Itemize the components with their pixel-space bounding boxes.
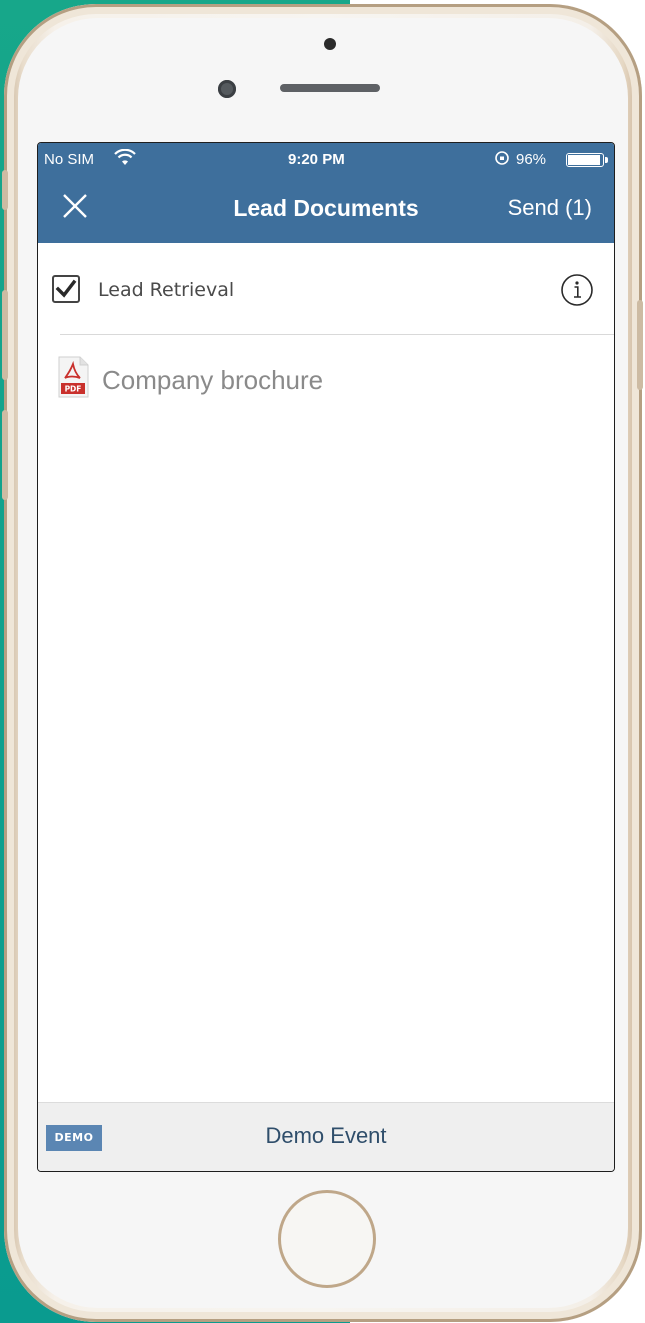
volume-down-button [2,410,8,500]
svg-text:PDF: PDF [65,385,82,394]
pdf-icon: PDF [56,355,90,399]
info-icon [561,274,593,306]
event-footer: DEMO Demo Event [38,1102,614,1171]
volume-up-button [2,290,8,380]
send-button[interactable]: Send (1) [508,195,592,221]
clock: 9:20 PM [288,151,345,168]
list-item-label: Company brochure [102,365,324,395]
front-camera [218,80,236,98]
list-item-lead-retrieval[interactable]: Lead Retrieval [38,243,614,335]
home-button[interactable] [278,1190,376,1288]
proximity-sensor [324,38,336,50]
battery-icon [566,153,608,167]
list-item-label: Lead Retrieval [98,279,235,301]
battery-percent: 96% [516,151,547,168]
navigation-header: No SIM 9:20 PM 96% Lead Documents Send (… [38,143,614,243]
carrier-label: No SIM [44,151,95,168]
battery-fill [568,155,600,165]
mute-switch [2,170,8,210]
checkmark-icon [55,279,77,298]
orientation-lock-icon [494,150,510,170]
event-name[interactable]: Demo Event [38,1123,614,1149]
wifi-icon [114,148,136,171]
status-bar: No SIM 9:20 PM 96% [38,143,614,177]
phone-screen: No SIM 9:20 PM 96% Lead Documents Send (… [37,142,615,1172]
info-button[interactable] [560,273,594,307]
earpiece-speaker [280,84,380,92]
checkbox[interactable] [52,275,80,303]
list-item-company-brochure[interactable]: PDF Company brochure [38,335,614,419]
battery-nub [605,157,608,163]
power-button [637,300,643,390]
